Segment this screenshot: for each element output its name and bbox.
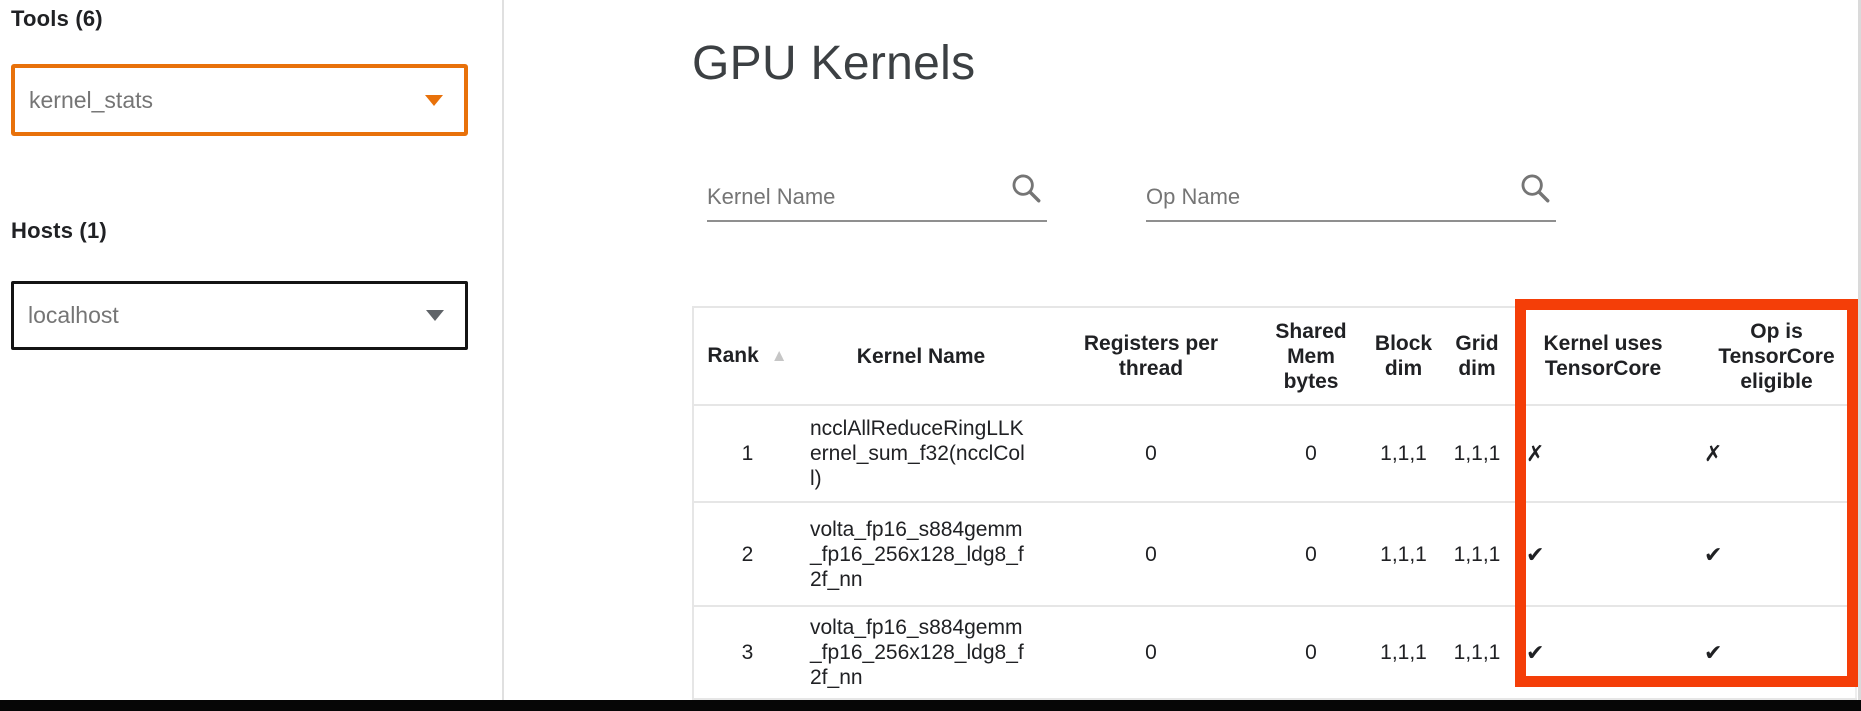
cell-shared-mem-bytes: 0 — [1261, 502, 1361, 606]
cell-op-is-tensorcore-eligible: ✔ — [1698, 606, 1856, 699]
column-header-kernel-name[interactable]: Kernel Name — [801, 307, 1041, 405]
cell-block-dim: 1,1,1 — [1361, 405, 1446, 502]
search-icon — [1518, 170, 1552, 206]
cell-registers-per-thread: 0 — [1041, 502, 1261, 606]
cell-block-dim: 1,1,1 — [1361, 502, 1446, 606]
hosts-select[interactable]: localhost — [11, 281, 468, 350]
op-name-input[interactable] — [1146, 184, 1556, 210]
column-header-rank[interactable]: Rank ▲ — [693, 307, 801, 405]
column-header-block-dim[interactable]: Block dim — [1361, 307, 1446, 405]
column-header-kernel-uses-tensorcore[interactable]: Kernel uses TensorCore — [1508, 307, 1698, 405]
cell-kernel-name: ncclAllReduceRingLLKernel_sum_f32(ncclCo… — [801, 405, 1041, 502]
kernel-name-input[interactable] — [707, 184, 1047, 210]
op-name-filter — [1146, 168, 1556, 222]
cell-block-dim: 1,1,1 — [1361, 606, 1446, 699]
cell-kernel-uses-tensorcore: ✔ — [1508, 502, 1698, 606]
column-header-registers-per-thread[interactable]: Registers per thread — [1041, 307, 1261, 405]
main-content: GPU Kernels Rank ▲ — [504, 0, 1859, 700]
cell-rank: 1 — [693, 405, 801, 502]
sidebar: Tools (6) kernel_stats Hosts (1) localho… — [0, 0, 504, 700]
tools-select-value: kernel_stats — [29, 87, 153, 114]
chevron-down-icon — [426, 310, 444, 321]
rank-header-label: Rank — [707, 344, 758, 367]
cell-registers-per-thread: 0 — [1041, 405, 1261, 502]
table-row: 1ncclAllReduceRingLLKernel_sum_f32(ncclC… — [693, 405, 1856, 502]
cell-kernel-uses-tensorcore: ✔ — [1508, 606, 1698, 699]
cell-rank: 3 — [693, 606, 801, 699]
cell-op-is-tensorcore-eligible: ✗ — [1698, 405, 1856, 502]
profiler-page: Tools (6) kernel_stats Hosts (1) localho… — [0, 0, 1861, 711]
column-header-shared-mem-bytes[interactable]: Shared Mem bytes — [1261, 307, 1361, 405]
hosts-label: Hosts (1) — [11, 218, 107, 244]
cell-op-is-tensorcore-eligible: ✔ — [1698, 502, 1856, 606]
cell-kernel-uses-tensorcore: ✗ — [1508, 405, 1698, 502]
cell-registers-per-thread: 0 — [1041, 606, 1261, 699]
search-icon — [1009, 170, 1043, 206]
cell-grid-dim: 1,1,1 — [1446, 405, 1508, 502]
hosts-select-value: localhost — [28, 302, 119, 329]
table-row: 2volta_fp16_s884gemm_fp16_256x128_ldg8_f… — [693, 502, 1856, 606]
tools-select[interactable]: kernel_stats — [11, 64, 468, 136]
cell-shared-mem-bytes: 0 — [1261, 405, 1361, 502]
bottom-bar — [0, 700, 1861, 711]
cell-shared-mem-bytes: 0 — [1261, 606, 1361, 699]
table-header-row: Rank ▲ Kernel Name Registers per thread S… — [693, 307, 1856, 405]
column-header-grid-dim[interactable]: Grid dim — [1446, 307, 1508, 405]
sort-ascending-icon: ▲ — [771, 343, 788, 368]
table-body: 1ncclAllReduceRingLLKernel_sum_f32(ncclC… — [693, 405, 1856, 699]
kernel-stats-table: Rank ▲ Kernel Name Registers per thread S… — [692, 306, 1857, 700]
table-row: 3volta_fp16_s884gemm_fp16_256x128_ldg8_f… — [693, 606, 1856, 699]
chevron-down-icon — [425, 95, 443, 106]
kernel-name-filter — [707, 168, 1047, 222]
cell-grid-dim: 1,1,1 — [1446, 502, 1508, 606]
cell-kernel-name: volta_fp16_s884gemm_fp16_256x128_ldg8_f2… — [801, 606, 1041, 699]
page-title: GPU Kernels — [692, 36, 975, 91]
cell-kernel-name: volta_fp16_s884gemm_fp16_256x128_ldg8_f2… — [801, 502, 1041, 606]
tools-label: Tools (6) — [11, 6, 103, 32]
column-header-op-is-tensorcore-eligible[interactable]: Op is TensorCore eligible — [1698, 307, 1856, 405]
cell-grid-dim: 1,1,1 — [1446, 606, 1508, 699]
cell-rank: 2 — [693, 502, 801, 606]
